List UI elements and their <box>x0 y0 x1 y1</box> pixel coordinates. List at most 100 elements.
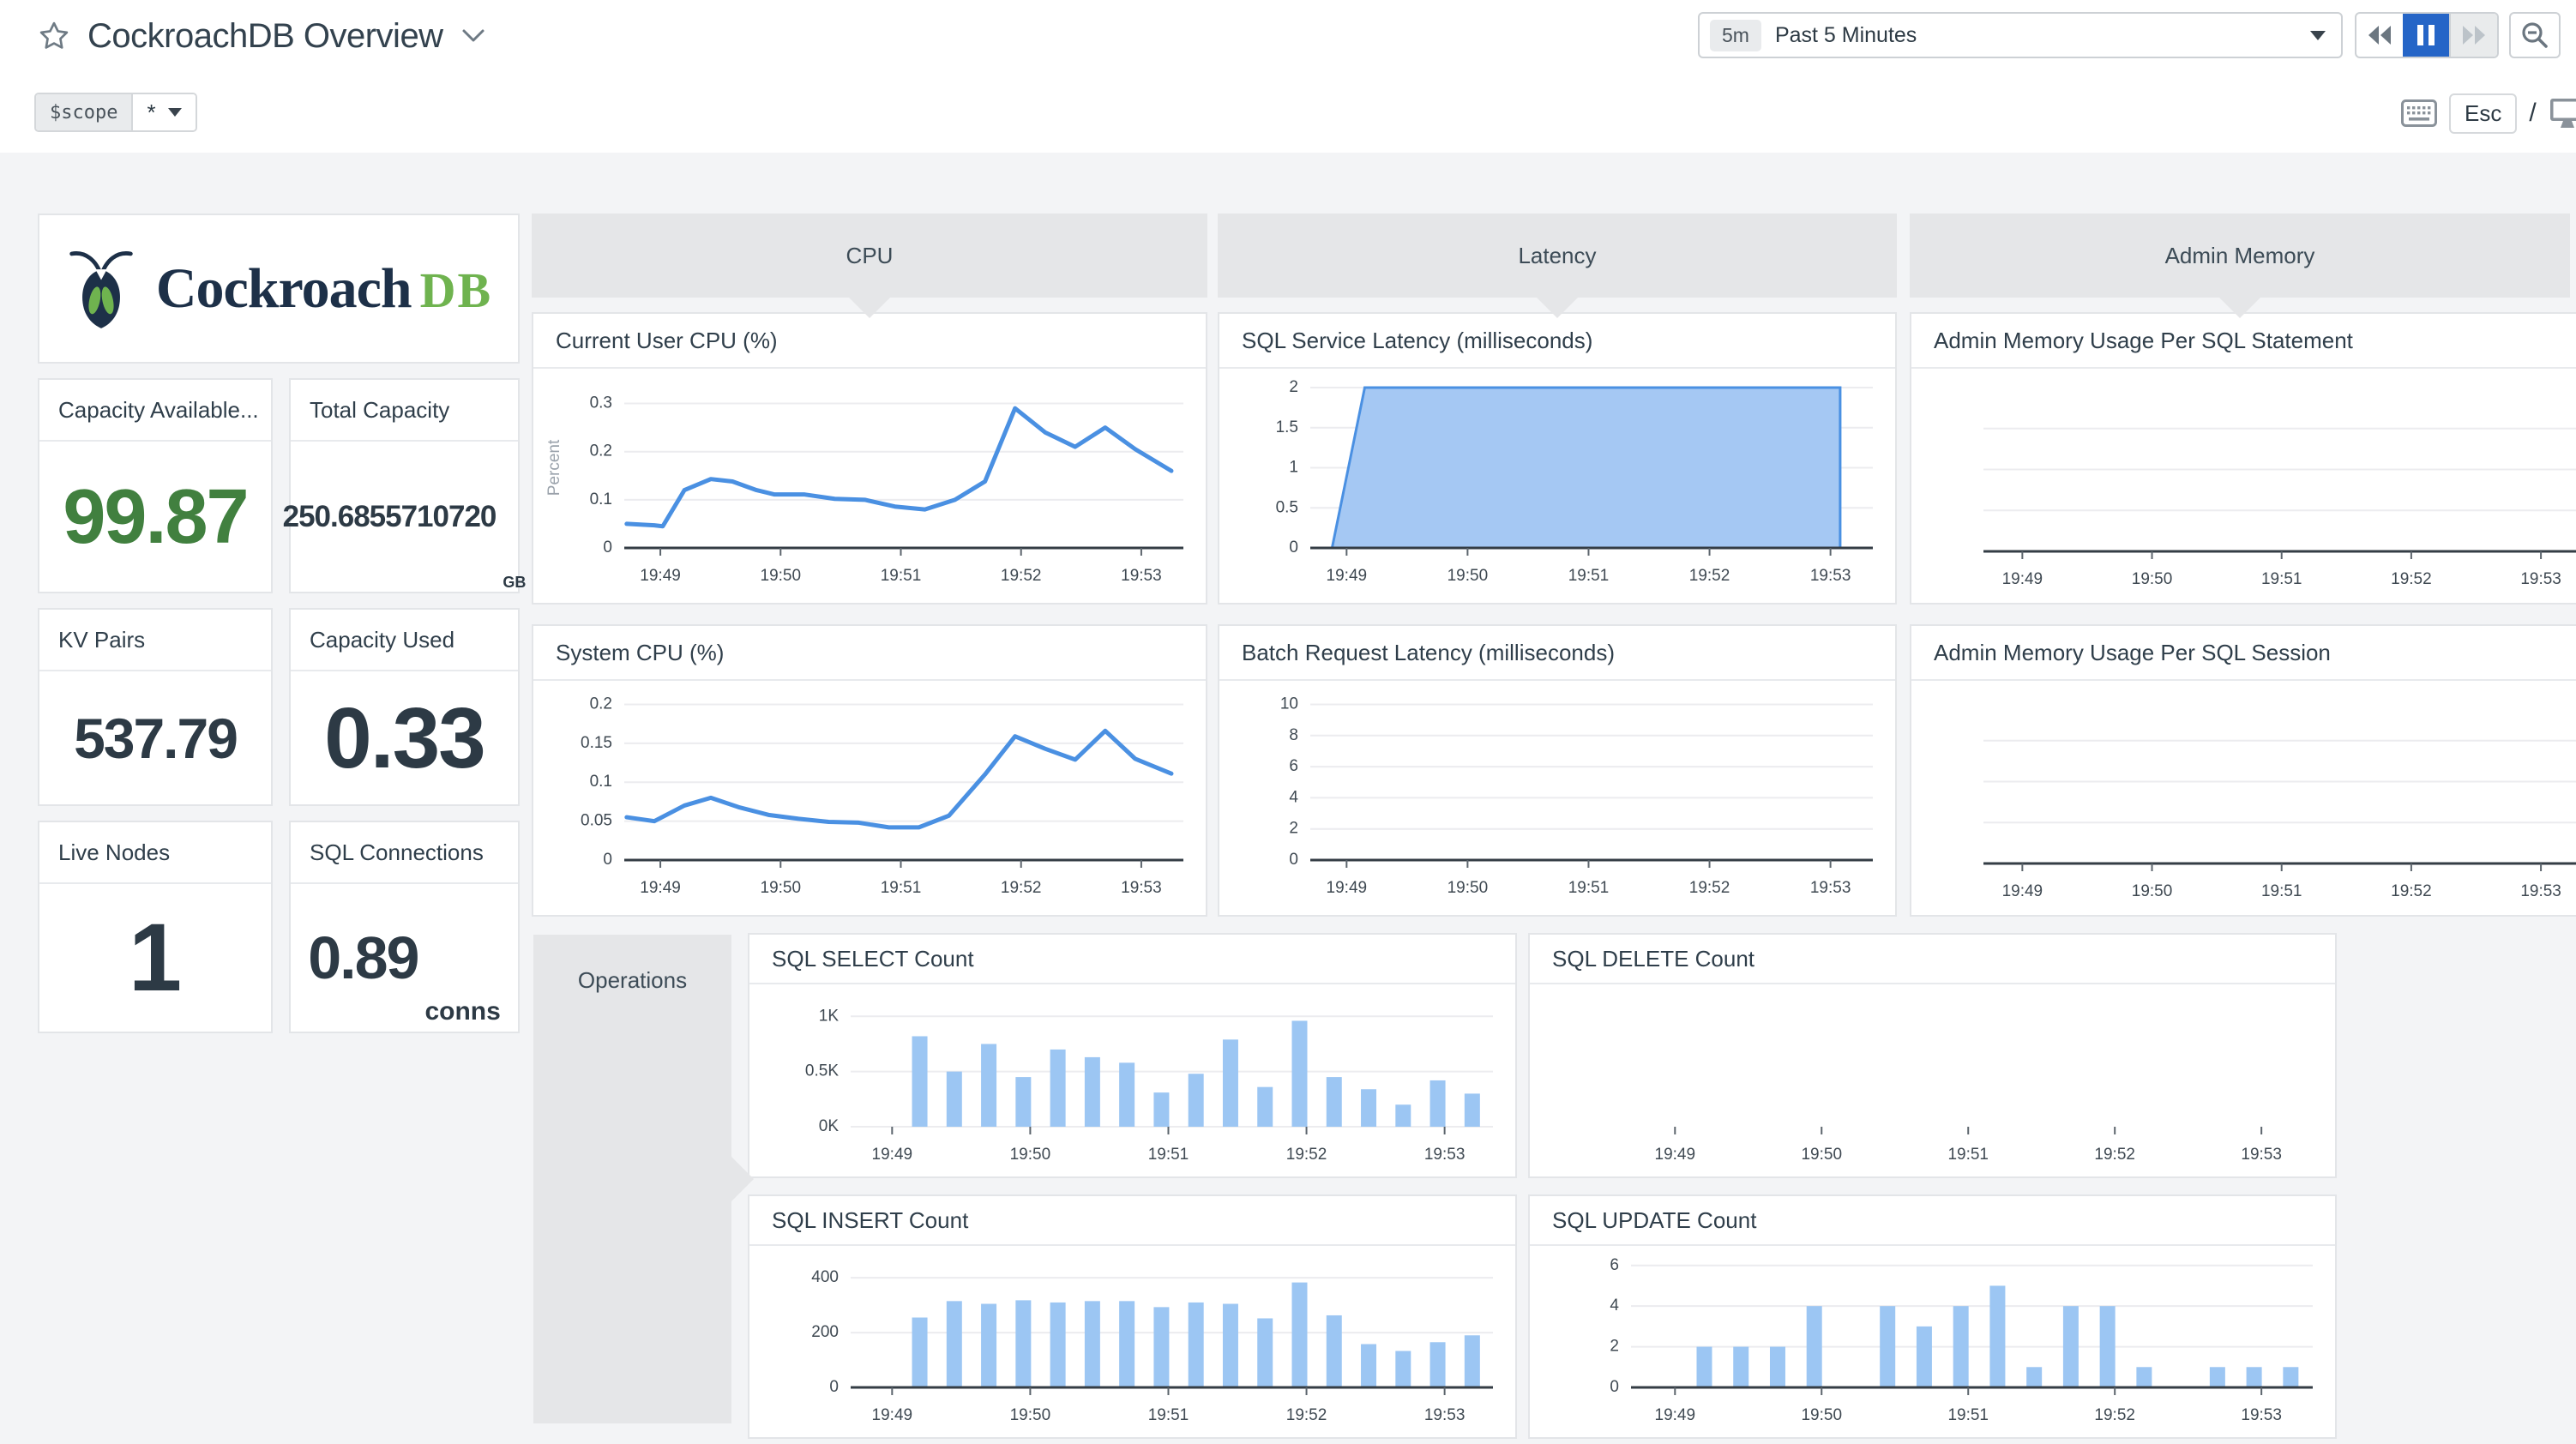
metric-card-capacity-used: Capacity Used 0.33 <box>289 608 520 806</box>
scope-template-variable[interactable]: $scope * <box>34 93 197 132</box>
svg-text:0: 0 <box>829 1378 839 1396</box>
zoom-out-button[interactable] <box>2509 12 2561 58</box>
svg-text:4: 4 <box>1610 1297 1619 1315</box>
scope-value: * <box>147 99 156 125</box>
svg-text:19:52: 19:52 <box>1286 1146 1327 1164</box>
svg-text:19:51: 19:51 <box>1947 1146 1989 1164</box>
chart-plot-area[interactable]: 0K 0.5K 1K 19:49 19:50 19:51 19:52 19:53 <box>749 983 1515 1176</box>
chart-panel-sql-insert-count: SQL INSERT Count 0 200 400 19:49 19:50 19:51 1… <box>748 1194 1517 1439</box>
pause-button[interactable] <box>2403 14 2449 57</box>
chart-plot-area[interactable]: 0 2 4 6 19:49 19:50 19:51 19:52 19:53 <box>1530 1244 2335 1437</box>
svg-text:19:50: 19:50 <box>2132 882 2173 900</box>
svg-text:19:51: 19:51 <box>1148 1146 1189 1164</box>
star-icon[interactable] <box>38 20 70 52</box>
svg-text:0: 0 <box>603 538 612 557</box>
logo-suffix: DB <box>419 262 493 318</box>
svg-text:19:50: 19:50 <box>1447 567 1489 585</box>
chart-plot-area[interactable]: 0 2 4 6 8 10 19:49 19:50 19:51 19:52 19:53 <box>1219 679 1895 915</box>
svg-text:19:52: 19:52 <box>1001 567 1042 585</box>
svg-text:19:53: 19:53 <box>1424 1146 1466 1164</box>
svg-text:6: 6 <box>1289 757 1298 775</box>
svg-text:1: 1 <box>1289 459 1298 477</box>
svg-text:19:49: 19:49 <box>1327 879 1368 897</box>
chart-panel-sql-service-latency: SQL Service Latency (milliseconds) 0 0.5 1… <box>1218 312 1897 605</box>
dashboard-page: CockroachDB Overview 5m Past 5 Minutes $… <box>0 0 2576 1444</box>
svg-text:19:49: 19:49 <box>1655 1406 1696 1424</box>
chart-title: SQL Service Latency (milliseconds) <box>1219 314 1895 369</box>
group-header-latency: Latency <box>1218 214 1897 318</box>
svg-text:19:51: 19:51 <box>1568 567 1610 585</box>
cockroach-logo-icon <box>65 244 137 334</box>
chart-panel-sql-select-count: SQL SELECT Count 0K 0.5K 1K 19:49 19:50 19:51… <box>748 933 1517 1178</box>
chart-plot-area[interactable]: 0 0.1 0.2 0.3 19:49 19:50 19:51 19:52 19:53 Perce… <box>533 367 1206 603</box>
svg-text:19:50: 19:50 <box>1447 879 1489 897</box>
svg-text:0.3: 0.3 <box>590 394 612 412</box>
chart-panel-sql-update-count: SQL UPDATE Count 0 2 4 6 19:49 19:50 19:51 19:5… <box>1528 1194 2337 1439</box>
svg-text:19:53: 19:53 <box>1810 879 1851 897</box>
metric-title: Live Nodes <box>39 822 271 884</box>
fast-forward-button[interactable] <box>2449 14 2497 57</box>
metric-title: Capacity Available... <box>39 380 271 442</box>
esc-button[interactable]: Esc <box>2449 93 2518 134</box>
svg-text:19:50: 19:50 <box>761 567 802 585</box>
shortcut-controls: Esc / <box>2401 91 2576 135</box>
svg-text:19:49: 19:49 <box>1327 567 1368 585</box>
chevron-down-icon[interactable] <box>460 27 486 45</box>
svg-text:0: 0 <box>1289 538 1298 557</box>
chart-title: SQL UPDATE Count <box>1530 1196 2335 1246</box>
svg-text:19:52: 19:52 <box>2094 1146 2135 1164</box>
group-header-admin-memory: Admin Memory <box>1910 214 2570 318</box>
chart-plot-area[interactable]: 19:49 19:50 19:51 19:52 19:53 <box>1911 679 2576 915</box>
metric-value: 250.6855710720 <box>282 500 497 533</box>
rewind-button[interactable] <box>2356 14 2403 57</box>
svg-text:0.05: 0.05 <box>581 812 612 830</box>
svg-text:200: 200 <box>811 1323 839 1341</box>
svg-text:19:49: 19:49 <box>2002 882 2043 900</box>
svg-text:19:50: 19:50 <box>761 879 802 897</box>
group-label: Operations <box>577 967 688 993</box>
svg-text:19:53: 19:53 <box>2520 570 2561 588</box>
svg-text:0.5: 0.5 <box>1276 498 1298 516</box>
chart-title: SQL SELECT Count <box>749 935 1515 984</box>
dashboard-title-row: CockroachDB Overview <box>38 12 486 60</box>
chart-plot-area[interactable]: 0 200 400 19:49 19:50 19:51 19:52 19:53 <box>749 1244 1515 1437</box>
svg-text:19:52: 19:52 <box>2391 882 2432 900</box>
chart-plot-area[interactable]: 0 0.5 1 1.5 2 19:49 19:50 19:51 19:52 19:53 <box>1219 367 1895 603</box>
svg-text:400: 400 <box>811 1268 839 1286</box>
time-range-label: Past 5 Minutes <box>1774 22 1917 47</box>
svg-text:19:51: 19:51 <box>881 567 922 585</box>
chart-panel-sql-delete-count: SQL DELETE Count 19:49 19:50 19:51 19:52 19:… <box>1528 933 2337 1178</box>
svg-text:0.1: 0.1 <box>590 773 612 791</box>
slash-separator: / <box>2529 99 2537 127</box>
metric-value: 0.33 <box>324 689 486 786</box>
metric-title: KV Pairs <box>39 610 271 671</box>
svg-text:10: 10 <box>1280 695 1298 713</box>
chart-title: SQL DELETE Count <box>1530 935 2335 984</box>
svg-text:0: 0 <box>1610 1378 1619 1396</box>
svg-text:19:51: 19:51 <box>1148 1406 1189 1424</box>
metric-card-total-capacity: Total Capacity 250.6855710720 GB <box>283 378 526 593</box>
chart-plot-area[interactable]: 19:49 19:50 19:51 19:52 19:53 <box>1911 367 2576 603</box>
rewind-icon <box>2365 22 2394 48</box>
chart-title: Admin Memory Usage Per SQL Statement <box>1911 314 2576 369</box>
svg-text:19:51: 19:51 <box>881 879 922 897</box>
group-header-operations: Operations <box>533 935 754 1423</box>
chart-plot-area[interactable]: 19:49 19:50 19:51 19:52 19:53 <box>1530 983 2335 1176</box>
dropdown-caret-icon <box>167 108 182 117</box>
group-label: Latency <box>1518 242 1597 268</box>
time-range-picker[interactable]: 5m Past 5 Minutes <box>1698 12 2343 58</box>
svg-text:0.15: 0.15 <box>581 734 612 752</box>
svg-text:1.5: 1.5 <box>1276 418 1298 436</box>
metric-title: Capacity Used <box>291 610 518 671</box>
chart-plot-area[interactable]: 0 0.05 0.1 0.15 0.2 19:49 19:50 19:51 19:52 19:53 <box>533 679 1206 915</box>
chart-panel-batch-request-latency: Batch Request Latency (milliseconds) 0 2 4… <box>1218 624 1897 917</box>
group-header-cpu: CPU <box>532 214 1207 318</box>
svg-text:2: 2 <box>1289 820 1298 838</box>
svg-text:19:50: 19:50 <box>1801 1146 1842 1164</box>
svg-text:19:53: 19:53 <box>2241 1406 2282 1424</box>
svg-text:19:49: 19:49 <box>640 567 681 585</box>
svg-text:19:49: 19:49 <box>2002 570 2043 588</box>
svg-text:19:52: 19:52 <box>1689 567 1730 585</box>
monitor-icon[interactable] <box>2549 96 2576 130</box>
svg-text:19:53: 19:53 <box>2241 1146 2282 1164</box>
